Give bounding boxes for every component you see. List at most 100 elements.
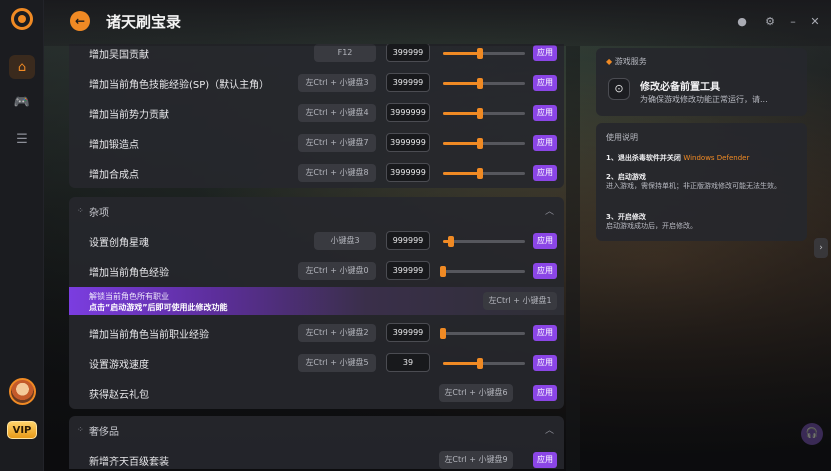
apply-button[interactable]: 应用 [533, 263, 557, 279]
value-slider[interactable] [443, 108, 525, 119]
value-input[interactable]: 399999 [386, 323, 430, 342]
hotkey-chip[interactable]: 左Ctrl + 小键盘6 [439, 384, 513, 402]
database-icon[interactable]: ☰ [9, 127, 35, 151]
instructions-card: 使用说明 1、退出杀毒软件并关闭 Windows Defender 2、启动游戏… [596, 123, 807, 241]
avatar[interactable] [9, 378, 36, 405]
apply-button[interactable]: 应用 [533, 45, 557, 61]
row-label: 设置游戏速度 [89, 360, 149, 371]
apply-button[interactable]: 应用 [533, 135, 557, 151]
apply-button[interactable]: 应用 [533, 165, 557, 181]
list-item: 增加当前角色经验 左Ctrl + 小键盘0 399999 应用 [69, 259, 564, 285]
instructions-title: 使用说明 [606, 133, 638, 142]
step1-title: 1、退出杀毒软件并关闭 Windows Defender [606, 154, 750, 162]
group-resources: 增加吴国贡献 F12 399999 应用 增加当前角色技能经验(SP)（默认主角… [69, 44, 564, 188]
list-item: 新增齐天百级套装 左Ctrl + 小键盘9 应用 [69, 448, 564, 469]
value-input[interactable]: 3999999 [386, 163, 430, 182]
list-item: 增加合成点 左Ctrl + 小键盘8 3999999 应用 [69, 161, 564, 187]
section-icon: ⁘ [77, 206, 84, 215]
value-slider[interactable] [443, 168, 525, 179]
hotkey-chip[interactable]: F12 [314, 44, 376, 62]
hotkey-chip[interactable]: 小键盘3 [314, 232, 376, 250]
scrollbar[interactable] [566, 46, 580, 471]
close-icon[interactable]: ✕ [807, 14, 823, 30]
value-input[interactable]: 39 [386, 353, 430, 372]
value-input[interactable]: 399999 [386, 73, 430, 92]
hotkey-chip[interactable]: 左Ctrl + 小键盘7 [298, 134, 376, 152]
section-header[interactable]: ⁘ 奢侈品 ︿ [69, 416, 564, 444]
tool-desc: 为确保游戏修改功能正常运行，请... [640, 95, 768, 104]
chevron-up-icon[interactable]: ︿ [545, 204, 554, 217]
row-label: 增加合成点 [89, 170, 139, 181]
chevron-up-icon[interactable]: ︿ [545, 423, 554, 436]
apply-button[interactable]: 应用 [533, 105, 557, 121]
row-label: 增加当前角色当前职业经验 [89, 330, 209, 341]
section-misc: ⁘ 杂项 ︿ 设置创角星魂 小键盘3 999999 应用 增加当前角色经验 左C… [69, 197, 564, 409]
record-icon[interactable]: ● [734, 14, 750, 30]
value-input[interactable]: 3999999 [386, 133, 430, 152]
row-label: 获得赵云礼包 [89, 390, 149, 401]
settings-icon[interactable]: ⚙ [762, 14, 778, 30]
headset-icon[interactable]: 🎧 [801, 423, 823, 445]
section-title: 杂项 [89, 208, 109, 219]
value-slider[interactable] [443, 358, 525, 369]
value-input[interactable]: 399999 [386, 261, 430, 280]
hotkey-chip[interactable]: 左Ctrl + 小键盘5 [298, 354, 376, 372]
list-item: 增加吴国贡献 F12 399999 应用 [69, 44, 564, 67]
row-label: 增加当前势力贡献 [89, 110, 169, 121]
apply-button[interactable]: 应用 [533, 75, 557, 91]
apply-button[interactable]: 应用 [533, 385, 557, 401]
value-slider[interactable] [443, 138, 525, 149]
gamepad-icon[interactable]: 🎮 [9, 90, 35, 114]
row-label: 增加当前角色技能经验(SP)（默认主角） [89, 80, 270, 91]
value-slider[interactable] [443, 236, 525, 247]
value-input[interactable]: 3999999 [386, 103, 430, 122]
download-icon[interactable]: ⊙ [608, 78, 630, 100]
hotkey-chip[interactable]: 左Ctrl + 小键盘4 [298, 104, 376, 122]
service-icon: ◆ [606, 57, 613, 66]
banner-note: 点击“启动游戏”后即可使用此修改功能 [89, 303, 228, 312]
row-label: 新增齐天百级套装 [89, 457, 169, 468]
hotkey-chip[interactable]: 左Ctrl + 小键盘1 [483, 292, 557, 310]
hotkey-chip[interactable]: 左Ctrl + 小键盘0 [298, 262, 376, 280]
apply-button[interactable]: 应用 [533, 355, 557, 371]
hotkey-chip[interactable]: 左Ctrl + 小键盘2 [298, 324, 376, 342]
list-item: 增加当前势力贡献 左Ctrl + 小键盘4 3999999 应用 [69, 101, 564, 127]
step3-text: 启动游戏成功后，开启修改。 [606, 222, 697, 230]
back-icon[interactable]: ← [70, 11, 90, 31]
value-slider[interactable] [443, 48, 525, 59]
hotkey-chip[interactable]: 左Ctrl + 小键盘9 [439, 451, 513, 469]
chevron-right-icon[interactable]: › [814, 238, 828, 258]
list-item: 设置创角星魂 小键盘3 999999 应用 [69, 229, 564, 255]
section-header[interactable]: ⁘ 杂项 ︿ [69, 197, 564, 225]
hotkey-chip[interactable]: 左Ctrl + 小键盘8 [298, 164, 376, 182]
app-logo-icon [11, 8, 33, 30]
list-item: 增加当前角色技能经验(SP)（默认主角） 左Ctrl + 小键盘3 399999… [69, 71, 564, 97]
vip-badge[interactable]: VIP [7, 421, 37, 439]
list-item: 增加锻造点 左Ctrl + 小键盘7 3999999 应用 [69, 131, 564, 157]
value-slider[interactable] [440, 328, 525, 339]
tool-title[interactable]: 修改必备前置工具 [640, 78, 720, 93]
section-icon: ⁘ [77, 425, 84, 434]
sidebar: ⌂ 🎮 ☰ VIP [0, 0, 44, 471]
banner-title: 解锁当前角色所有职业 [89, 292, 169, 301]
value-input[interactable]: 999999 [386, 231, 430, 250]
hotkey-chip[interactable]: 左Ctrl + 小键盘3 [298, 74, 376, 92]
apply-button[interactable]: 应用 [533, 233, 557, 249]
service-card: ◆ 游戏服务 ⊙ 修改必备前置工具 为确保游戏修改功能正常运行，请... [596, 48, 807, 116]
minimize-icon[interactable]: – [785, 14, 801, 30]
value-slider[interactable] [443, 78, 525, 89]
value-input[interactable]: 399999 [386, 44, 430, 62]
row-label: 增加吴国贡献 [89, 50, 149, 61]
app-title: 诸天刷宝录 [106, 13, 182, 31]
apply-button[interactable]: 应用 [533, 325, 557, 341]
step2-text: 进入游戏，需保持单机；非正版游戏修改可能无法生效。 [606, 182, 781, 190]
home-icon[interactable]: ⌂ [9, 55, 35, 79]
section-title: 奢侈品 [89, 427, 119, 438]
unlock-banner: 解锁当前角色所有职业 点击“启动游戏”后即可使用此修改功能 左Ctrl + 小键… [69, 287, 564, 315]
apply-button[interactable]: 应用 [533, 452, 557, 468]
section-luxury: ⁘ 奢侈品 ︿ 新增齐天百级套装 左Ctrl + 小键盘9 应用 [69, 416, 564, 469]
list-item: 获得赵云礼包 左Ctrl + 小键盘6 应用 [69, 381, 564, 407]
value-slider[interactable] [440, 266, 525, 277]
row-label: 增加当前角色经验 [89, 268, 169, 279]
row-label: 增加锻造点 [89, 140, 139, 151]
